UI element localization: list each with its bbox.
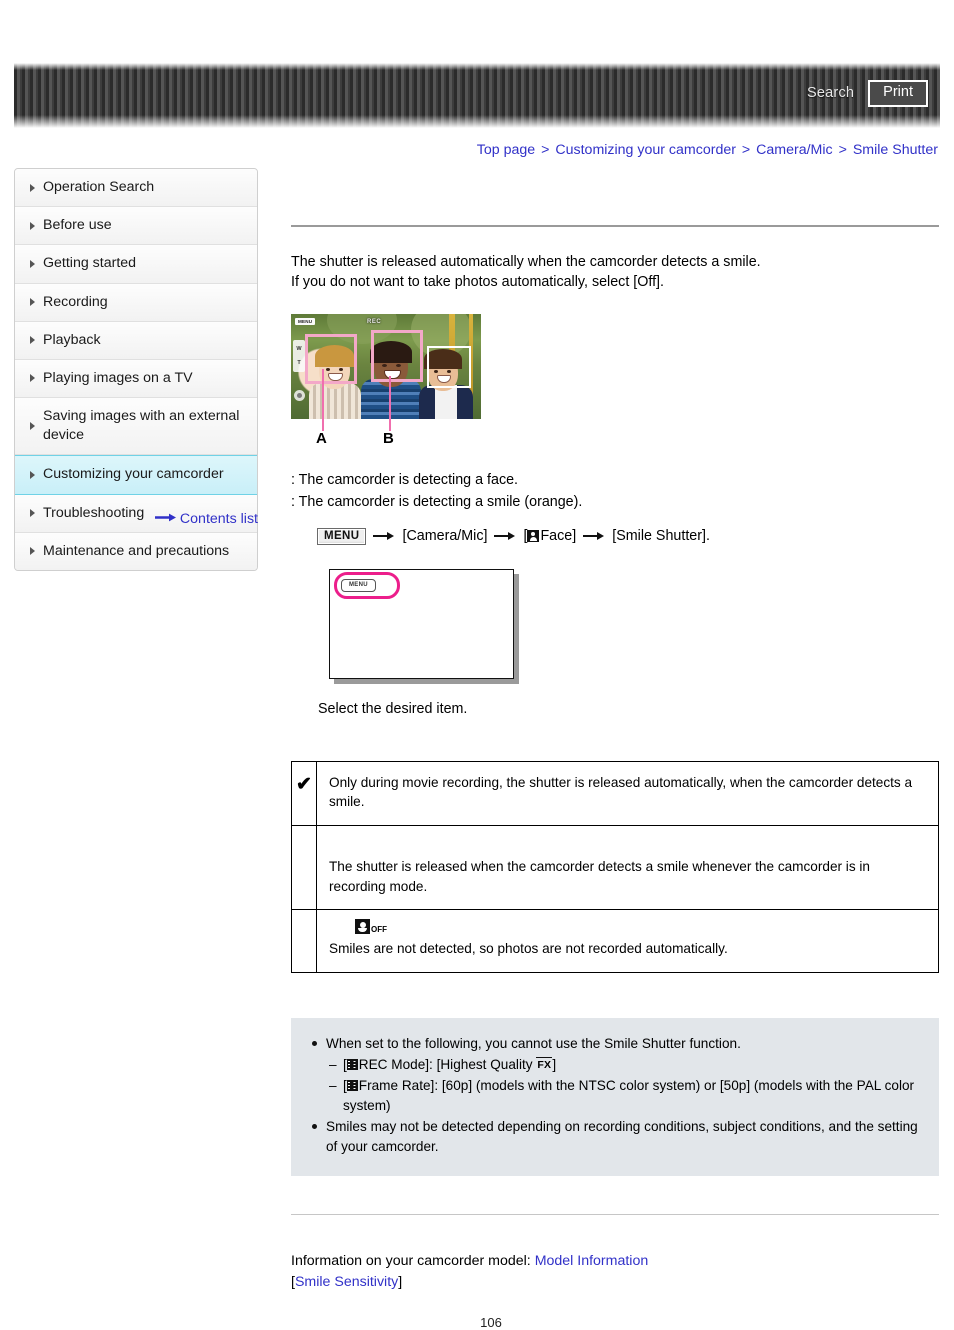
- arrow-right-icon: [583, 531, 605, 541]
- film-strip-icon: [346, 1058, 358, 1070]
- smile-sensitivity-line: [Smile Sensitivity]: [291, 1273, 403, 1290]
- sidebar-item-label: Saving images with an external device: [43, 408, 240, 444]
- lcd-record-button-icon: [294, 390, 305, 402]
- label-a: A: [316, 430, 327, 448]
- right-arrow-icon: [154, 510, 177, 526]
- model-info-prefix: Information on your camcorder model:: [291, 1252, 531, 1269]
- face-icon: [527, 530, 540, 543]
- sidebar-item-customizing-your-camcorder[interactable]: Customizing your camcorder: [15, 455, 257, 495]
- header-actions: Search Print: [807, 80, 928, 107]
- smile-sensitivity-link[interactable]: Smile Sensitivity: [295, 1274, 398, 1290]
- face-detection-box-a: [305, 334, 357, 385]
- sidebar-item-label: Recording: [43, 293, 108, 310]
- sidebar-item-label: Getting started: [43, 255, 137, 272]
- menu-path: MENU [Camera/Mic] [Face] [Smile Shutter]…: [317, 527, 939, 545]
- smile-off-icon: OFF: [355, 916, 387, 934]
- option-description: OFF Smiles are not detected, so photos a…: [316, 909, 939, 973]
- header-banner: Search Print: [14, 63, 940, 128]
- breadcrumb: Top page > Customizing your camcorder > …: [477, 142, 938, 158]
- sidebar-item-label: Before use: [43, 217, 112, 234]
- table-row: The shutter is released when the camcord…: [291, 824, 939, 911]
- mark-cell-empty: [291, 824, 317, 911]
- sidebar-item-playing-images-on-a-tv[interactable]: Playing images on a TV: [15, 359, 257, 399]
- lcd-zoom-t-label: T: [297, 360, 301, 367]
- breadcrumb-separator: >: [741, 142, 751, 158]
- table-row: OFF Smiles are not detected, so photos a…: [291, 909, 939, 973]
- note-subitem-rec-mode: [REC Mode]: [Highest Quality FX]: [309, 1055, 921, 1075]
- breadcrumb-separator: >: [838, 142, 847, 158]
- film-strip-icon: [346, 1079, 358, 1091]
- breadcrumb-item-top-page[interactable]: Top page: [477, 142, 535, 158]
- model-info-line: Information on your camcorder model: Mod…: [291, 1251, 939, 1272]
- contents-list-label: Contents list: [179, 511, 258, 527]
- table-row: ✔ Only during movie recording, the shutt…: [291, 760, 939, 827]
- breadcrumb-separator: >: [541, 142, 550, 158]
- sidebar-item-saving-images-external-device[interactable]: Saving images with an external device: [15, 398, 257, 456]
- lcd-menu-button: MENU: [295, 318, 316, 326]
- label-b: B: [383, 430, 394, 448]
- sidebar-item-operation-search[interactable]: Operation Search: [15, 169, 257, 208]
- main-content: The shutter is released automatically wh…: [291, 168, 939, 1330]
- sidebar-item-label: Playing images on a TV: [43, 369, 193, 386]
- menu-button-icon[interactable]: MENU: [317, 527, 367, 545]
- footer-divider: [291, 1213, 939, 1215]
- path-step-smile-shutter: [Smile Shutter].: [612, 528, 710, 545]
- arrow-right-icon: [373, 531, 395, 541]
- sidebar-item-label: Operation Search: [43, 179, 155, 195]
- sidebar-item-recording[interactable]: Recording: [15, 283, 257, 322]
- option-description: Only during movie recording, the shutter…: [316, 760, 939, 827]
- breadcrumb-item-camera-mic[interactable]: Camera/Mic: [756, 142, 832, 158]
- lcd-rec-indicator: REC: [367, 319, 382, 326]
- note-subitem-frame-rate: [Frame Rate]: [60p] (models with the NTS…: [309, 1076, 921, 1116]
- sidebar-item-getting-started[interactable]: Getting started: [15, 245, 257, 284]
- ab-descriptions: : The camcorder is detecting a face. : T…: [291, 470, 939, 513]
- sidebar-item-label: Playback: [43, 331, 101, 348]
- lcd-screen: MENU REC W T: [291, 314, 481, 420]
- intro-line-2: If you do not want to take photos automa…: [291, 273, 664, 290]
- option-text: Smiles are not detected, so photos are n…: [329, 941, 728, 957]
- print-button[interactable]: Print: [868, 80, 928, 107]
- path-step-camera-mic: [Camera/Mic]: [402, 528, 488, 545]
- sidebar-item-before-use[interactable]: Before use: [15, 207, 257, 246]
- sidebar-item-label: Customizing your camcorder: [43, 466, 224, 483]
- page-number: 106: [480, 1315, 502, 1330]
- option-description: The shutter is released when the camcord…: [316, 824, 939, 911]
- breadcrumb-item-smile-shutter[interactable]: Smile Shutter: [853, 142, 938, 158]
- leader-line-b: [389, 376, 391, 432]
- mark-cell-empty: [291, 909, 317, 973]
- intro-line-1: The shutter is released automatically wh…: [291, 254, 761, 270]
- search-link[interactable]: Search: [807, 85, 854, 101]
- face-detection-box-b: [371, 330, 423, 383]
- footer-info: Information on your camcorder model: Mod…: [291, 1251, 939, 1294]
- lcd-zoom-w-label: W: [296, 346, 302, 353]
- desc-a: : The camcorder is detecting a face.: [291, 472, 519, 489]
- sidebar-item-maintenance-and-precautions[interactable]: Maintenance and precautions: [15, 532, 257, 570]
- breadcrumb-item-customizing-your-camcorder[interactable]: Customizing your camcorder: [555, 142, 736, 158]
- screen-frame: MENU: [329, 568, 514, 679]
- note-item-2: Smiles may not be detected depending on …: [309, 1117, 921, 1157]
- leader-line-a: [322, 369, 324, 432]
- checkmark-icon: ✔: [291, 760, 317, 827]
- menu-highlight-ring-icon: [334, 571, 400, 599]
- notes-box: When set to the following, you cannot us…: [291, 1017, 939, 1176]
- ab-label-row: A B: [291, 430, 483, 454]
- intro-paragraph: The shutter is released automatically wh…: [291, 253, 939, 292]
- sidebar-item-label: Maintenance and precautions: [43, 542, 230, 559]
- fx-icon: FX: [536, 1056, 553, 1073]
- model-information-link[interactable]: Model Information: [535, 1253, 649, 1269]
- path-step-face: [Face]: [523, 528, 577, 545]
- note-item-1: When set to the following, you cannot us…: [309, 1034, 921, 1054]
- select-item-note: Select the desired item.: [318, 700, 468, 717]
- options-table: ✔ Only during movie recording, the shutt…: [291, 760, 939, 973]
- face-detection-box-c: [427, 346, 471, 389]
- sidebar-item-playback[interactable]: Playback: [15, 321, 257, 360]
- desc-b: : The camcorder is detecting a smile (or…: [291, 493, 583, 510]
- arrow-right-icon: [494, 531, 516, 541]
- lcd-zoom-bar: W T: [293, 340, 305, 373]
- menu-screen-diagram: MENU: [329, 568, 519, 684]
- contents-list-link[interactable]: Contents list: [14, 510, 258, 527]
- top-divider: [291, 225, 939, 227]
- camcorder-lcd-illustration: MENU REC W T A B: [291, 314, 483, 454]
